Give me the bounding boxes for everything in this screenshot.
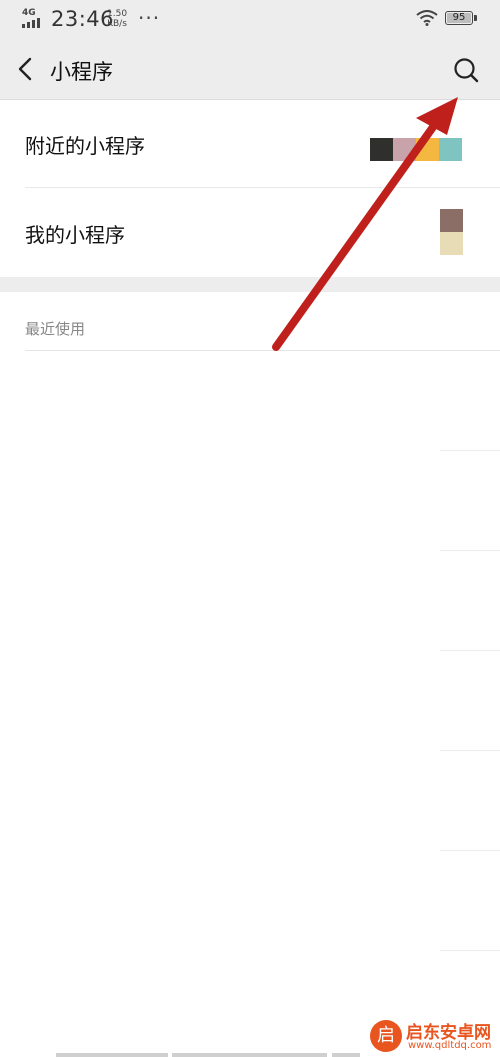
- list-separator: [440, 550, 500, 551]
- watermark-logo: 启: [370, 1020, 402, 1052]
- network-speed: 1.50 KB/s: [107, 9, 127, 29]
- nearby-mini-programs-item[interactable]: 附近的小程序: [0, 100, 500, 188]
- section-gap: [0, 277, 500, 292]
- network-type-label: 4G: [22, 8, 36, 18]
- my-mini-programs-label: 我的小程序: [25, 223, 125, 247]
- battery-nub: [474, 15, 477, 21]
- nearby-thumbnail: [370, 138, 393, 161]
- search-icon[interactable]: [452, 56, 480, 84]
- wifi-icon: [416, 10, 438, 26]
- nearby-thumbnail: [416, 138, 439, 161]
- list-separator: [440, 650, 500, 651]
- nearby-mini-programs-label: 附近的小程序: [25, 134, 145, 158]
- divider: [25, 350, 500, 351]
- my-thumbnails: [440, 209, 463, 255]
- my-mini-programs-item[interactable]: 我的小程序: [0, 189, 500, 277]
- status-time: 23:46: [51, 7, 115, 31]
- battery-level: 95: [452, 12, 466, 23]
- page-title: 小程序: [50, 60, 113, 84]
- list-separator: [440, 450, 500, 451]
- list-separator: [440, 950, 500, 951]
- list-separator: [440, 850, 500, 851]
- signal-icon: [22, 18, 40, 28]
- bottom-strip: [56, 1053, 168, 1057]
- navigation-bar: 小程序: [0, 40, 500, 100]
- status-bar: 4G 23:46 1.50 KB/s ··· 95: [0, 0, 500, 40]
- network-speed-value: 1.50: [107, 9, 128, 19]
- nearby-thumbnail: [393, 138, 416, 161]
- back-icon[interactable]: [14, 56, 38, 82]
- more-notifications-icon: ···: [138, 6, 161, 30]
- watermark: 启 启东安卓网 www.qdltdq.com: [370, 1018, 495, 1054]
- network-speed-unit: KB/s: [107, 19, 127, 29]
- my-thumbnail: [440, 232, 463, 255]
- battery-icon: 95: [445, 11, 473, 25]
- watermark-url: www.qdltdq.com: [408, 1040, 492, 1051]
- recent-used-header: 最近使用: [25, 320, 86, 338]
- bottom-strip: [172, 1053, 327, 1057]
- bottom-strip: [332, 1053, 360, 1057]
- nearby-thumbnails: [370, 138, 462, 161]
- list-separator: [440, 750, 500, 751]
- nearby-thumbnail: [439, 138, 462, 161]
- my-thumbnail: [440, 209, 463, 232]
- divider: [25, 187, 500, 188]
